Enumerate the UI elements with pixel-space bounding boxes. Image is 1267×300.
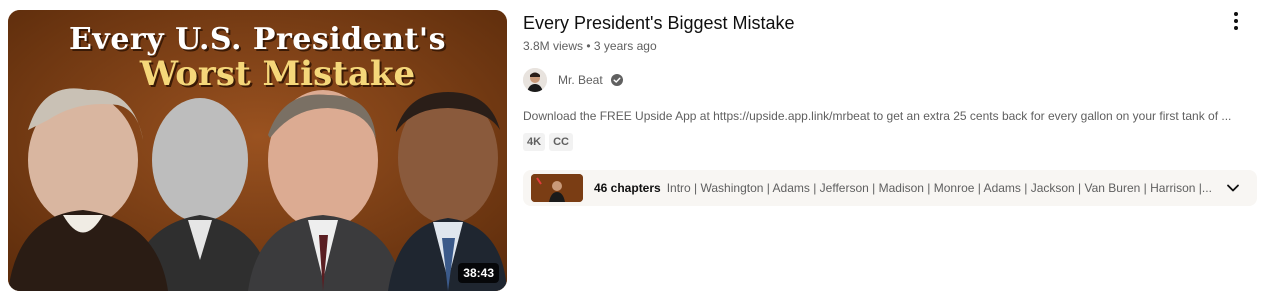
more-vert-icon[interactable] xyxy=(1226,10,1246,32)
thumbnail-title-line2: Worst Mistake xyxy=(139,54,416,94)
badge-4k: 4K xyxy=(523,133,546,151)
view-count: 3.8M views xyxy=(523,39,584,53)
avatar[interactable] xyxy=(523,68,547,92)
chevron-down-icon[interactable] xyxy=(1225,180,1241,196)
chapters-bar[interactable]: 46 chapters Intro | Washington | Adams |… xyxy=(523,170,1257,206)
verified-check-icon xyxy=(610,74,623,86)
badge-cc: CC xyxy=(549,133,573,151)
video-title[interactable]: Every President's Biggest Mistake xyxy=(523,13,795,34)
video-description: Download the FREE Upside App at https://… xyxy=(523,109,1232,123)
video-meta: 3.8M views • 3 years ago xyxy=(523,39,657,53)
upload-age: 3 years ago xyxy=(593,39,657,53)
video-thumbnail[interactable]: Every U.S. President's Worst Mistake 38:… xyxy=(8,10,507,291)
chapter-thumbnail xyxy=(531,174,583,202)
chapters-list: Intro | Washington | Adams | Jefferson |… xyxy=(666,181,1212,195)
meta-separator: • xyxy=(586,39,591,53)
chapters-count: 46 chapters xyxy=(594,181,661,195)
channel-link[interactable]: Mr. Beat xyxy=(523,68,623,92)
thumbnail-title-line1: Every U.S. President's xyxy=(69,22,446,57)
badge-row: 4K CC xyxy=(523,133,573,151)
duration-badge: 38:43 xyxy=(458,263,499,283)
channel-name[interactable]: Mr. Beat xyxy=(558,73,603,87)
